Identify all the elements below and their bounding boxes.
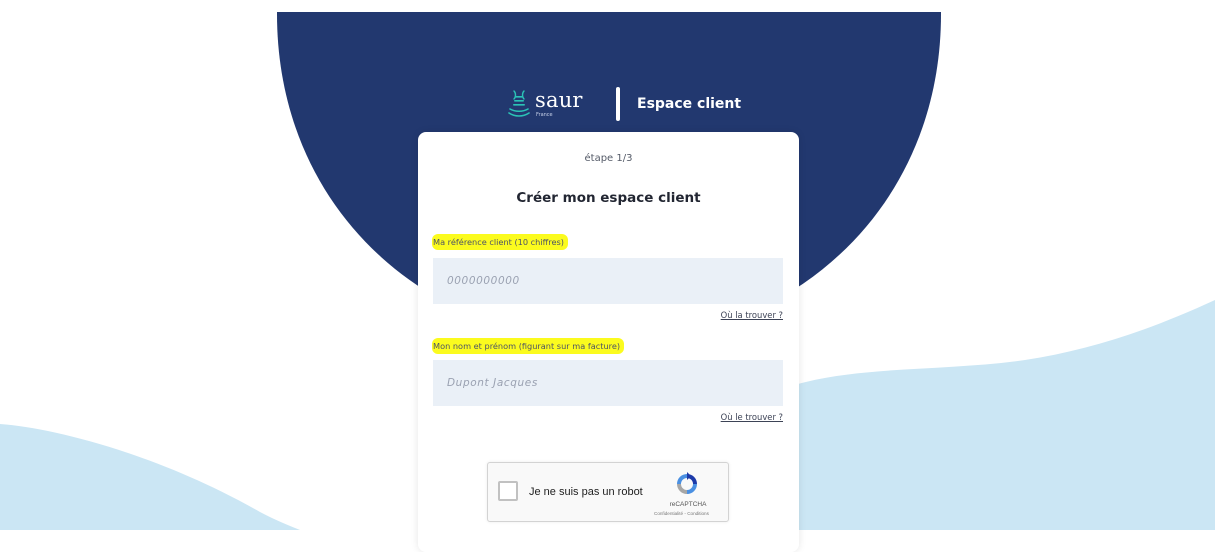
reference-help-link[interactable]: Où la trouver ? [721, 310, 783, 320]
name-input[interactable] [433, 360, 783, 406]
signup-card: étape 1/3 Créer mon espace client Ma réf… [418, 132, 799, 552]
step-indicator: étape 1/3 [584, 153, 633, 164]
brand-wordmark: saur [535, 88, 583, 112]
name-help-link[interactable]: Où le trouver ? [721, 412, 783, 422]
saur-logo: saur France [508, 89, 600, 119]
reference-input[interactable] [433, 258, 783, 304]
reference-label: Ma référence client (10 chiffres) [432, 234, 568, 250]
recaptcha-brand: reCAPTCHA [669, 501, 707, 508]
brand-title: Espace client [637, 96, 742, 112]
brand-country: France [536, 112, 553, 118]
brand-divider [616, 87, 620, 121]
brand-header: saur France Espace client [508, 86, 741, 122]
recaptcha-label: Je ne suis pas un robot [529, 486, 643, 498]
recaptcha-checkbox[interactable] [498, 481, 518, 501]
saur-wave-icon [508, 90, 530, 117]
page-title: Créer mon espace client [516, 190, 701, 206]
recaptcha-terms-link[interactable]: Confidentialité - Conditions [654, 511, 709, 516]
right-wave [780, 300, 1215, 530]
recaptcha-icon [677, 472, 697, 494]
left-wave [0, 424, 300, 530]
recaptcha-widget: Je ne suis pas un robot reCAPTCHA Confid… [487, 462, 729, 522]
name-label: Mon nom et prénom (figurant sur ma factu… [432, 338, 625, 354]
